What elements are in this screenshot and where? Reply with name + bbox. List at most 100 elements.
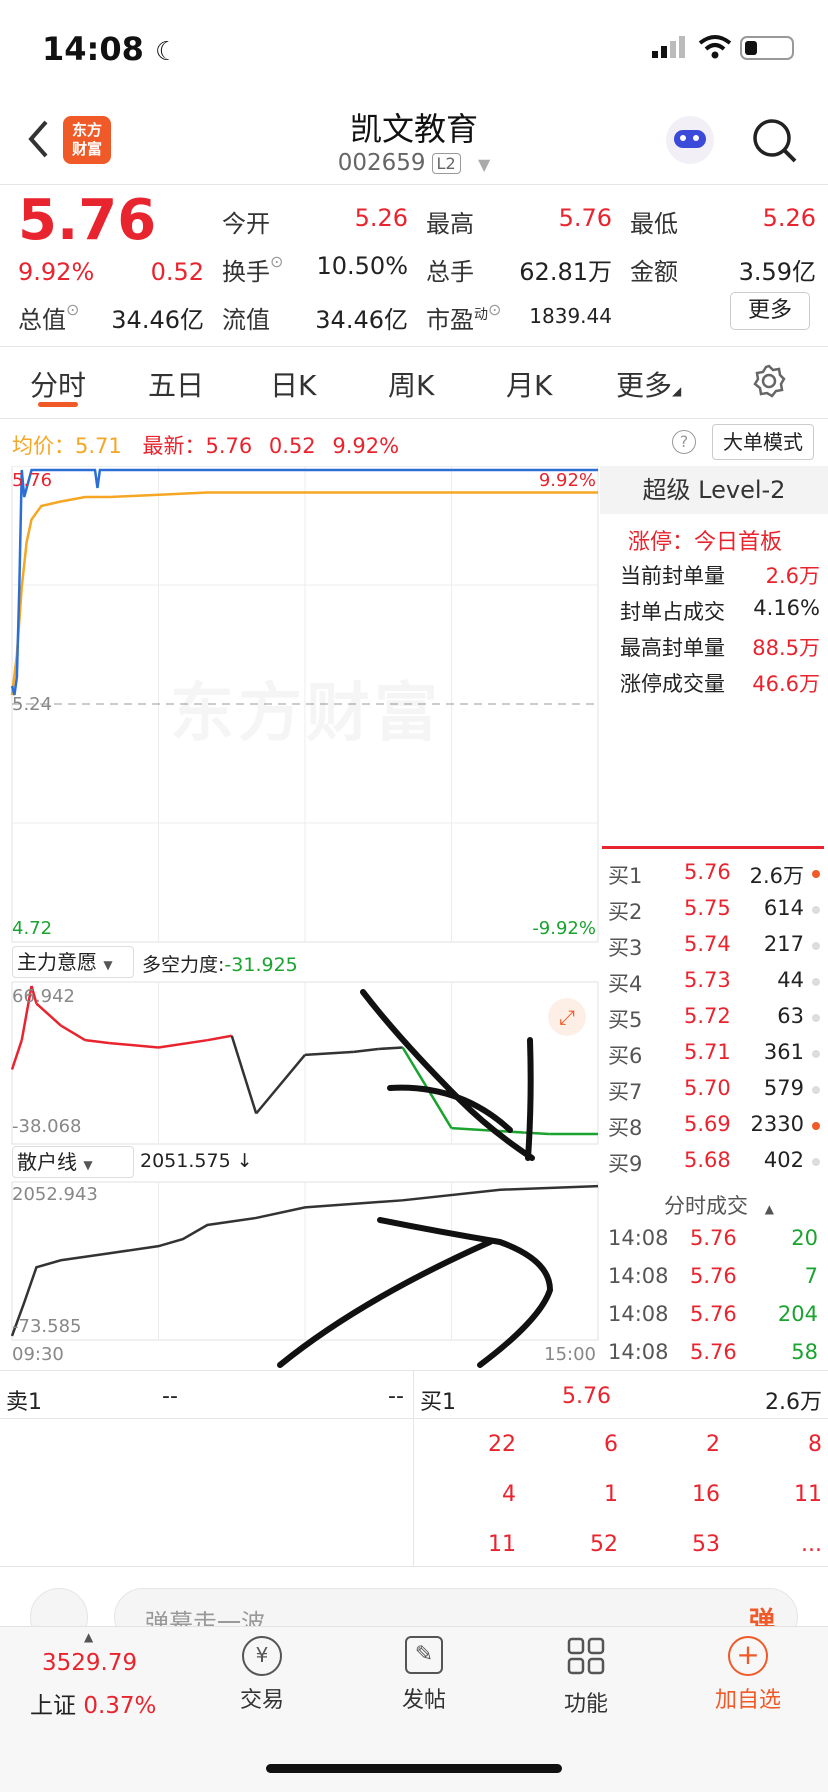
watermark: 东方财富	[170, 662, 442, 754]
indicator-strength: 多空力度:-31.925	[142, 954, 298, 976]
nav-trade[interactable]: ¥ 交易	[220, 1636, 304, 1714]
price-top-label: 5.76	[12, 470, 53, 491]
indicator-dropdown-main-force[interactable]: 主力意愿 ▼	[12, 946, 134, 978]
orderbook-dot	[812, 870, 820, 878]
tab-more[interactable]: 更多◢	[616, 364, 681, 404]
low-value: 5.26	[762, 204, 816, 232]
edit-icon: ✎	[405, 1636, 443, 1674]
index-caret-up-icon: ▲	[84, 1630, 94, 1644]
series-segment	[158, 1038, 208, 1049]
trades-header[interactable]: 分时成交 ▲	[664, 1190, 774, 1220]
caret-down-icon: ▼	[83, 1158, 93, 1172]
help-icon[interactable]: ?	[672, 430, 696, 454]
nav-functions[interactable]: 功能	[544, 1636, 628, 1718]
sell1-vol: --	[388, 1384, 404, 1409]
mcap-label: 总值⊙	[18, 300, 80, 334]
series-segment	[85, 1038, 110, 1045]
l2-badge: L2	[431, 153, 461, 174]
index-name[interactable]: 上证 0.37%	[30, 1686, 156, 1720]
series-segment	[207, 1034, 232, 1042]
high-label: 最高	[426, 210, 474, 238]
buy1-price: 5.76	[562, 1384, 611, 1409]
caret-down-icon: ▼	[103, 958, 113, 972]
battery-icon	[740, 36, 794, 60]
big-order-mode-button[interactable]: 大单模式	[712, 424, 814, 460]
float-value: 34.46亿	[315, 306, 408, 334]
orderbook-volume: 217	[763, 932, 804, 956]
float-label: 流值	[222, 306, 270, 334]
volume-label: 总手	[426, 258, 474, 286]
level2-vertical-divider	[413, 1370, 414, 1566]
orderbook-volume: 63	[777, 1004, 804, 1028]
amount-label: 金额	[630, 258, 678, 286]
high-value: 5.76	[558, 204, 612, 232]
change-pct: 9.92%	[18, 258, 95, 286]
status-time: 14:08 ☾	[42, 30, 179, 68]
info-icon[interactable]: ⊙	[66, 300, 79, 319]
orderbook-dot	[812, 1050, 820, 1058]
tab-week-k[interactable]: 周K	[388, 364, 434, 404]
tab-month-k[interactable]: 月K	[506, 364, 552, 404]
orderbook-top-border	[602, 846, 824, 849]
orderbook-label: 买6	[608, 1044, 643, 1068]
orderbook-label: 买5	[608, 1008, 643, 1032]
yen-exchange-icon: ¥	[242, 1636, 282, 1676]
low-label: 最低	[630, 210, 678, 238]
signal-icon	[652, 36, 688, 58]
tab-intraday[interactable]: 分时	[30, 364, 86, 404]
robot-assistant-icon[interactable]	[666, 116, 714, 164]
info-bar: 均价：5.71 最新：5.76 0.52 9.92%	[12, 434, 400, 458]
queue-cell: 52	[590, 1532, 618, 1557]
pct-bottom-label: -9.92%	[532, 918, 596, 939]
ind1-top-label: 66.942	[12, 986, 75, 1007]
tab-active-indicator	[38, 402, 78, 407]
queue-cell: 8	[808, 1432, 822, 1457]
limit-up-status: 涨停：今日首板	[628, 530, 783, 555]
trade-volume: 7	[804, 1264, 818, 1288]
home-indicator	[266, 1764, 562, 1773]
retail-value: 2051.575 ↓	[140, 1150, 253, 1172]
queue-cell: 4	[502, 1482, 516, 1507]
queue-cell: 22	[488, 1432, 516, 1457]
orderbook-dot	[812, 1122, 820, 1130]
orderbook-label: 买8	[608, 1116, 643, 1140]
orderbook-label: 买4	[608, 972, 643, 996]
queue-cell: 1	[604, 1482, 618, 1507]
orderbook-dot	[812, 978, 820, 986]
nav-post[interactable]: ✎ 发帖	[382, 1636, 466, 1714]
orderbook-dot	[812, 942, 820, 950]
more-button[interactable]: 更多	[730, 292, 810, 330]
nav-add-watchlist[interactable]: + 加自选	[700, 1636, 796, 1714]
tab-day-k[interactable]: 日K	[270, 364, 316, 404]
change-value: 0.52	[150, 258, 204, 286]
trade-price: 5.76	[690, 1226, 737, 1250]
orderbook-dot	[812, 906, 820, 914]
sell1-label: 卖1	[6, 1390, 42, 1415]
series-segment	[10, 1039, 23, 1070]
info-icon[interactable]: ⊙	[488, 300, 501, 319]
queue-cell: 11	[488, 1532, 516, 1557]
trade-price: 5.76	[690, 1264, 737, 1288]
indicator-dropdown-retail[interactable]: 散户线 ▼	[12, 1146, 134, 1178]
index-value[interactable]: 3529.79	[42, 1650, 137, 1676]
orderbook-label: 买1	[608, 864, 643, 888]
trade-time: 14:08	[608, 1340, 669, 1364]
info-icon[interactable]: ⊙	[270, 252, 283, 271]
search-icon[interactable]	[752, 118, 798, 168]
orderbook-volume: 614	[763, 896, 804, 920]
buy1-vol: 2.6万	[765, 1390, 822, 1415]
settings-gear-icon[interactable]	[752, 364, 786, 402]
orderbook-dot	[812, 1086, 820, 1094]
tab-five-day[interactable]: 五日	[148, 364, 204, 404]
queue-cell: 2	[706, 1432, 720, 1457]
amount-value: 3.59亿	[738, 258, 816, 286]
trade-volume: 20	[791, 1226, 818, 1250]
orderbook-volume: 402	[763, 1148, 804, 1172]
sell1-price: --	[162, 1384, 178, 1409]
orderbook-volume: 579	[763, 1076, 804, 1100]
series-segment	[109, 1041, 159, 1049]
series-segment	[230, 1035, 258, 1114]
orderbook-label: 买9	[608, 1152, 643, 1176]
mcap-value: 34.46亿	[111, 306, 204, 334]
volume-value: 62.81万	[519, 258, 612, 286]
